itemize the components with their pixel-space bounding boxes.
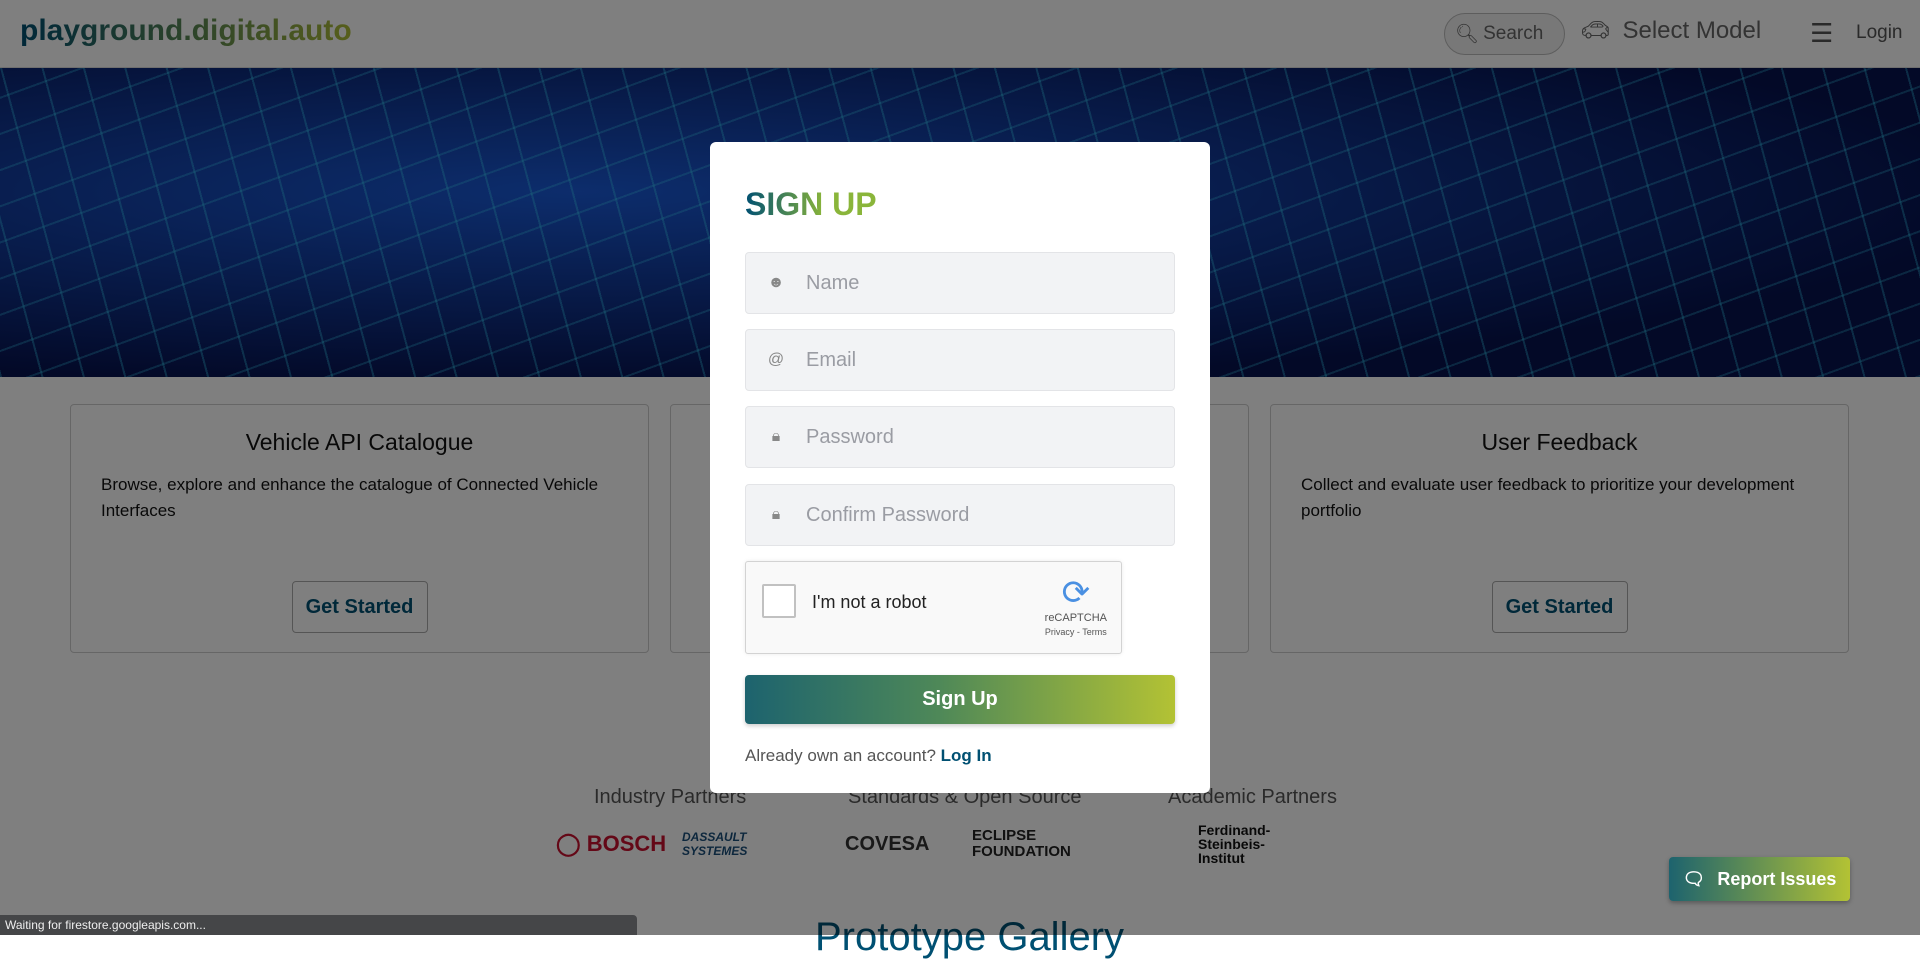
name-input[interactable] [806,271,1156,295]
name-field: ☻ [745,252,1175,314]
log-in-link[interactable]: Log In [941,746,992,765]
sign-up-button[interactable]: Sign Up [745,675,1175,724]
at-icon: @ [767,351,785,368]
recaptcha-label: I'm not a robot [812,592,927,612]
password-field: 🔒︎ [745,406,1175,468]
password-input[interactable] [806,425,1156,449]
recaptcha-widget: I'm not a robot ⟳ reCAPTCHA Privacy - Te… [745,561,1122,654]
recaptcha-brand: ⟳ reCAPTCHA Privacy - Terms [1044,574,1107,637]
lock-icon: 🔒︎ [771,506,781,523]
recaptcha-links[interactable]: Privacy - Terms [1045,627,1107,637]
modal-title: SIGN UP [745,186,877,222]
user-icon: ☻ [767,274,785,291]
recaptcha-checkbox[interactable] [762,584,796,618]
confirm-password-input[interactable] [806,503,1156,527]
recaptcha-icon: ⟳ [1061,574,1091,612]
confirm-password-field: 🔒︎ [745,484,1175,546]
email-field: @ [745,329,1175,391]
lock-icon: 🔒︎ [771,428,781,445]
status-bar: Waiting for firestore.googleapis.com... [0,915,637,935]
report-issues-button[interactable]: 🗨︎ Report Issues [1669,857,1850,901]
email-input[interactable] [806,348,1156,372]
login-prompt: Already own an account? Log In [745,746,992,765]
feedback-icon: 🗨︎ [1682,868,1706,889]
signup-modal: SIGN UP ☻ @ 🔒︎ 🔒︎ I'm not a robot ⟳ reCA… [710,142,1210,793]
